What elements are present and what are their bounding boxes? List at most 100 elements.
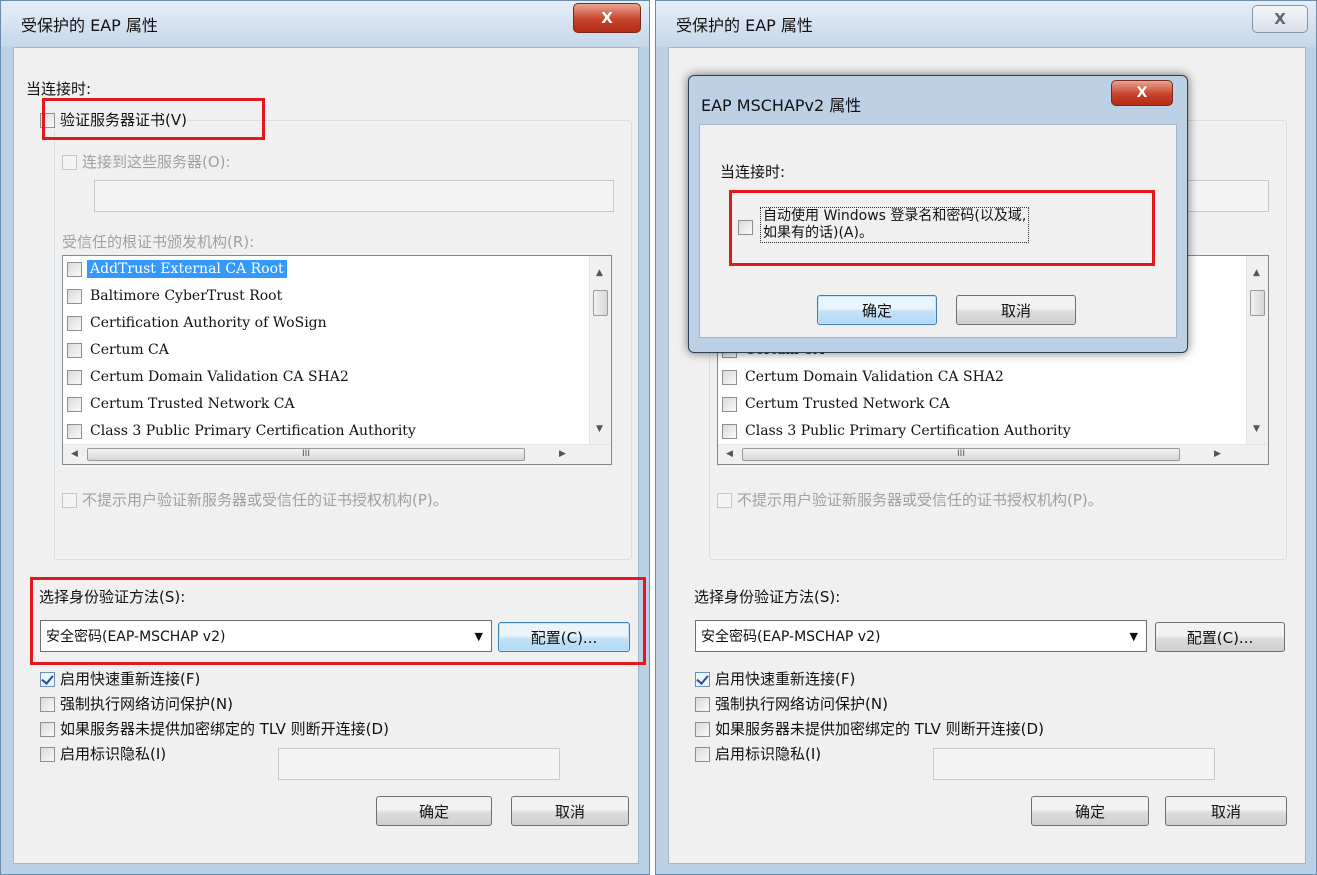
checkbox-box[interactable] <box>722 396 737 412</box>
auto-use-windows-credentials-label: 自动使用 Windows 登录名和密码(以及域, 如果有的话)(A)。 <box>760 207 1030 243</box>
close-icon: X <box>1136 85 1148 101</box>
checkbox-box[interactable] <box>695 697 710 712</box>
checkbox-box[interactable] <box>67 369 82 385</box>
fast-reconnect-checkbox[interactable]: 启用快速重新连接(F) <box>40 668 200 689</box>
disconnect-tlv-checkbox[interactable]: 如果服务器未提供加密绑定的 TLV 则断开连接(D) <box>695 718 1044 739</box>
dialog-title: EAP MSCHAPv2 属性 <box>701 96 862 115</box>
identity-privacy-checkbox[interactable]: 启用标识隐私(I) <box>695 743 821 764</box>
checkbox-box[interactable] <box>695 722 710 737</box>
scroll-thumb[interactable]: III <box>742 448 1180 461</box>
disconnect-tlv-label: 如果服务器未提供加密绑定的 TLV 则断开连接(D) <box>715 720 1044 738</box>
chevron-down-icon: ▼ <box>474 630 483 643</box>
vertical-scrollbar[interactable]: ▲ ▼ <box>1246 256 1268 444</box>
enforce-nap-checkbox[interactable]: 强制执行网络访问保护(N) <box>40 693 233 714</box>
list-item[interactable]: Certum Domain Validation CA SHA2 <box>722 364 1007 390</box>
auto-use-windows-credentials-checkbox[interactable] <box>738 220 753 235</box>
enforce-nap-label: 强制执行网络访问保护(N) <box>715 695 888 713</box>
list-item[interactable]: Certum Domain Validation CA SHA2 <box>67 364 352 390</box>
identity-privacy-checkbox[interactable]: 启用标识隐私(I) <box>40 743 166 764</box>
scroll-right-icon[interactable]: ▶ <box>1214 449 1221 459</box>
list-item[interactable]: Baltimore CyberTrust Root <box>67 283 285 309</box>
close-icon: X <box>1274 10 1286 28</box>
button-label: 取消 <box>1000 301 1031 320</box>
configure-button[interactable]: 配置(C)... <box>498 622 630 652</box>
horizontal-scrollbar[interactable]: ◀ III ▶ <box>63 444 611 464</box>
checkbox-box[interactable] <box>695 672 710 687</box>
list-item[interactable]: Certum Trusted Network CA <box>67 391 298 417</box>
list-item[interactable]: Certum CA <box>67 337 172 363</box>
checkbox-box[interactable] <box>67 288 82 304</box>
close-button[interactable]: X <box>1252 5 1308 33</box>
scroll-left-icon[interactable]: ◀ <box>71 449 78 459</box>
scroll-thumb[interactable] <box>593 290 608 316</box>
scroll-down-icon[interactable]: ▼ <box>1253 424 1260 434</box>
dialog-client-area: 当连接时: 自动使用 Windows 登录名和密码(以及域, 如果有的话)(A)… <box>699 124 1177 338</box>
fast-reconnect-checkbox[interactable]: 启用快速重新连接(F) <box>695 668 855 689</box>
checkbox-box[interactable] <box>717 493 732 508</box>
window-title: 受保护的 EAP 属性 <box>21 16 158 35</box>
button-label: 确定 <box>861 301 892 320</box>
enforce-nap-checkbox[interactable]: 强制执行网络访问保护(N) <box>695 693 888 714</box>
trusted-roots-label: 受信任的根证书颁发机构(R): <box>62 233 255 251</box>
connect-servers-checkbox[interactable]: 连接到这些服务器(O): <box>62 151 231 172</box>
auth-method-select[interactable]: 安全密码(EAP-MSCHAP v2) ▼ <box>40 620 492 652</box>
auth-method-select[interactable]: 安全密码(EAP-MSCHAP v2) ▼ <box>695 620 1147 652</box>
identity-input[interactable] <box>278 748 560 780</box>
checkbox-box[interactable] <box>722 369 737 385</box>
scroll-down-icon[interactable]: ▼ <box>596 424 603 434</box>
horizontal-scrollbar[interactable]: ◀ III ▶ <box>718 444 1268 464</box>
close-button[interactable]: X <box>573 3 641 33</box>
scroll-up-icon[interactable]: ▲ <box>596 268 603 278</box>
configure-button[interactable]: 配置(C)... <box>1155 622 1285 652</box>
cancel-button[interactable]: 取消 <box>956 295 1076 325</box>
cert-name: Class 3 Public Primary Certification Aut… <box>90 423 416 439</box>
close-button[interactable]: X <box>1111 80 1173 106</box>
checkbox-box[interactable] <box>67 423 82 439</box>
cert-name: Certum Trusted Network CA <box>745 396 950 412</box>
checkbox-box[interactable] <box>67 315 82 331</box>
checkbox-box[interactable] <box>67 342 82 358</box>
scroll-right-icon[interactable]: ▶ <box>559 449 566 459</box>
vertical-scrollbar[interactable]: ▲ ▼ <box>589 256 611 444</box>
checkbox-box[interactable] <box>40 697 55 712</box>
disconnect-tlv-checkbox[interactable]: 如果服务器未提供加密绑定的 TLV 则断开连接(D) <box>40 718 389 739</box>
checkbox-box[interactable] <box>695 747 710 762</box>
scroll-thumb[interactable]: III <box>87 448 525 461</box>
ok-button[interactable]: 确定 <box>376 796 492 826</box>
identity-input[interactable] <box>933 748 1215 780</box>
checkbox-box[interactable] <box>40 747 55 762</box>
scroll-up-icon[interactable]: ▲ <box>1253 268 1260 278</box>
checkbox-box[interactable] <box>67 261 82 277</box>
list-item[interactable]: Certification Authority of WoSign <box>67 310 330 336</box>
cert-name: Class 3 Public Primary Certification Aut… <box>745 423 1071 439</box>
button-label: 取消 <box>1210 802 1241 821</box>
checkbox-box[interactable] <box>62 155 77 170</box>
checkbox-box[interactable] <box>67 396 82 412</box>
list-item[interactable]: Certum Trusted Network CA <box>722 391 953 417</box>
button-label: 配置(C)... <box>1186 628 1254 647</box>
list-item[interactable]: AddTrust External CA Root <box>67 256 287 282</box>
scroll-grip: III <box>302 449 310 459</box>
button-label: 配置(C)... <box>530 628 598 647</box>
scroll-left-icon[interactable]: ◀ <box>726 449 733 459</box>
servers-input[interactable] <box>94 180 614 212</box>
cancel-button[interactable]: 取消 <box>1165 796 1287 826</box>
checkbox-box[interactable] <box>722 423 737 439</box>
ok-button[interactable]: 确定 <box>817 295 937 325</box>
cert-list[interactable]: AddTrust External CA Root Baltimore Cybe… <box>62 255 612 465</box>
title-bar: 受保护的 EAP 属性 <box>1 1 649 47</box>
cancel-button[interactable]: 取消 <box>511 796 629 826</box>
no-prompt-checkbox[interactable]: 不提示用户验证新服务器或受信任的证书授权机构(P)。 <box>717 489 1103 510</box>
ok-button[interactable]: 确定 <box>1031 796 1149 826</box>
no-prompt-label: 不提示用户验证新服务器或受信任的证书授权机构(P)。 <box>82 491 448 509</box>
list-item[interactable]: Class 3 Public Primary Certification Aut… <box>67 418 419 444</box>
list-item[interactable]: Class 3 Public Primary Certification Aut… <box>722 418 1074 444</box>
checkbox-box[interactable] <box>40 722 55 737</box>
checkbox-box[interactable] <box>40 672 55 687</box>
scroll-thumb[interactable] <box>1250 290 1265 316</box>
button-label: 确定 <box>1074 802 1105 821</box>
no-prompt-label: 不提示用户验证新服务器或受信任的证书授权机构(P)。 <box>737 491 1103 509</box>
no-prompt-checkbox[interactable]: 不提示用户验证新服务器或受信任的证书授权机构(P)。 <box>62 489 448 510</box>
checkbox-box[interactable] <box>62 493 77 508</box>
chevron-down-icon: ▼ <box>1129 630 1138 643</box>
